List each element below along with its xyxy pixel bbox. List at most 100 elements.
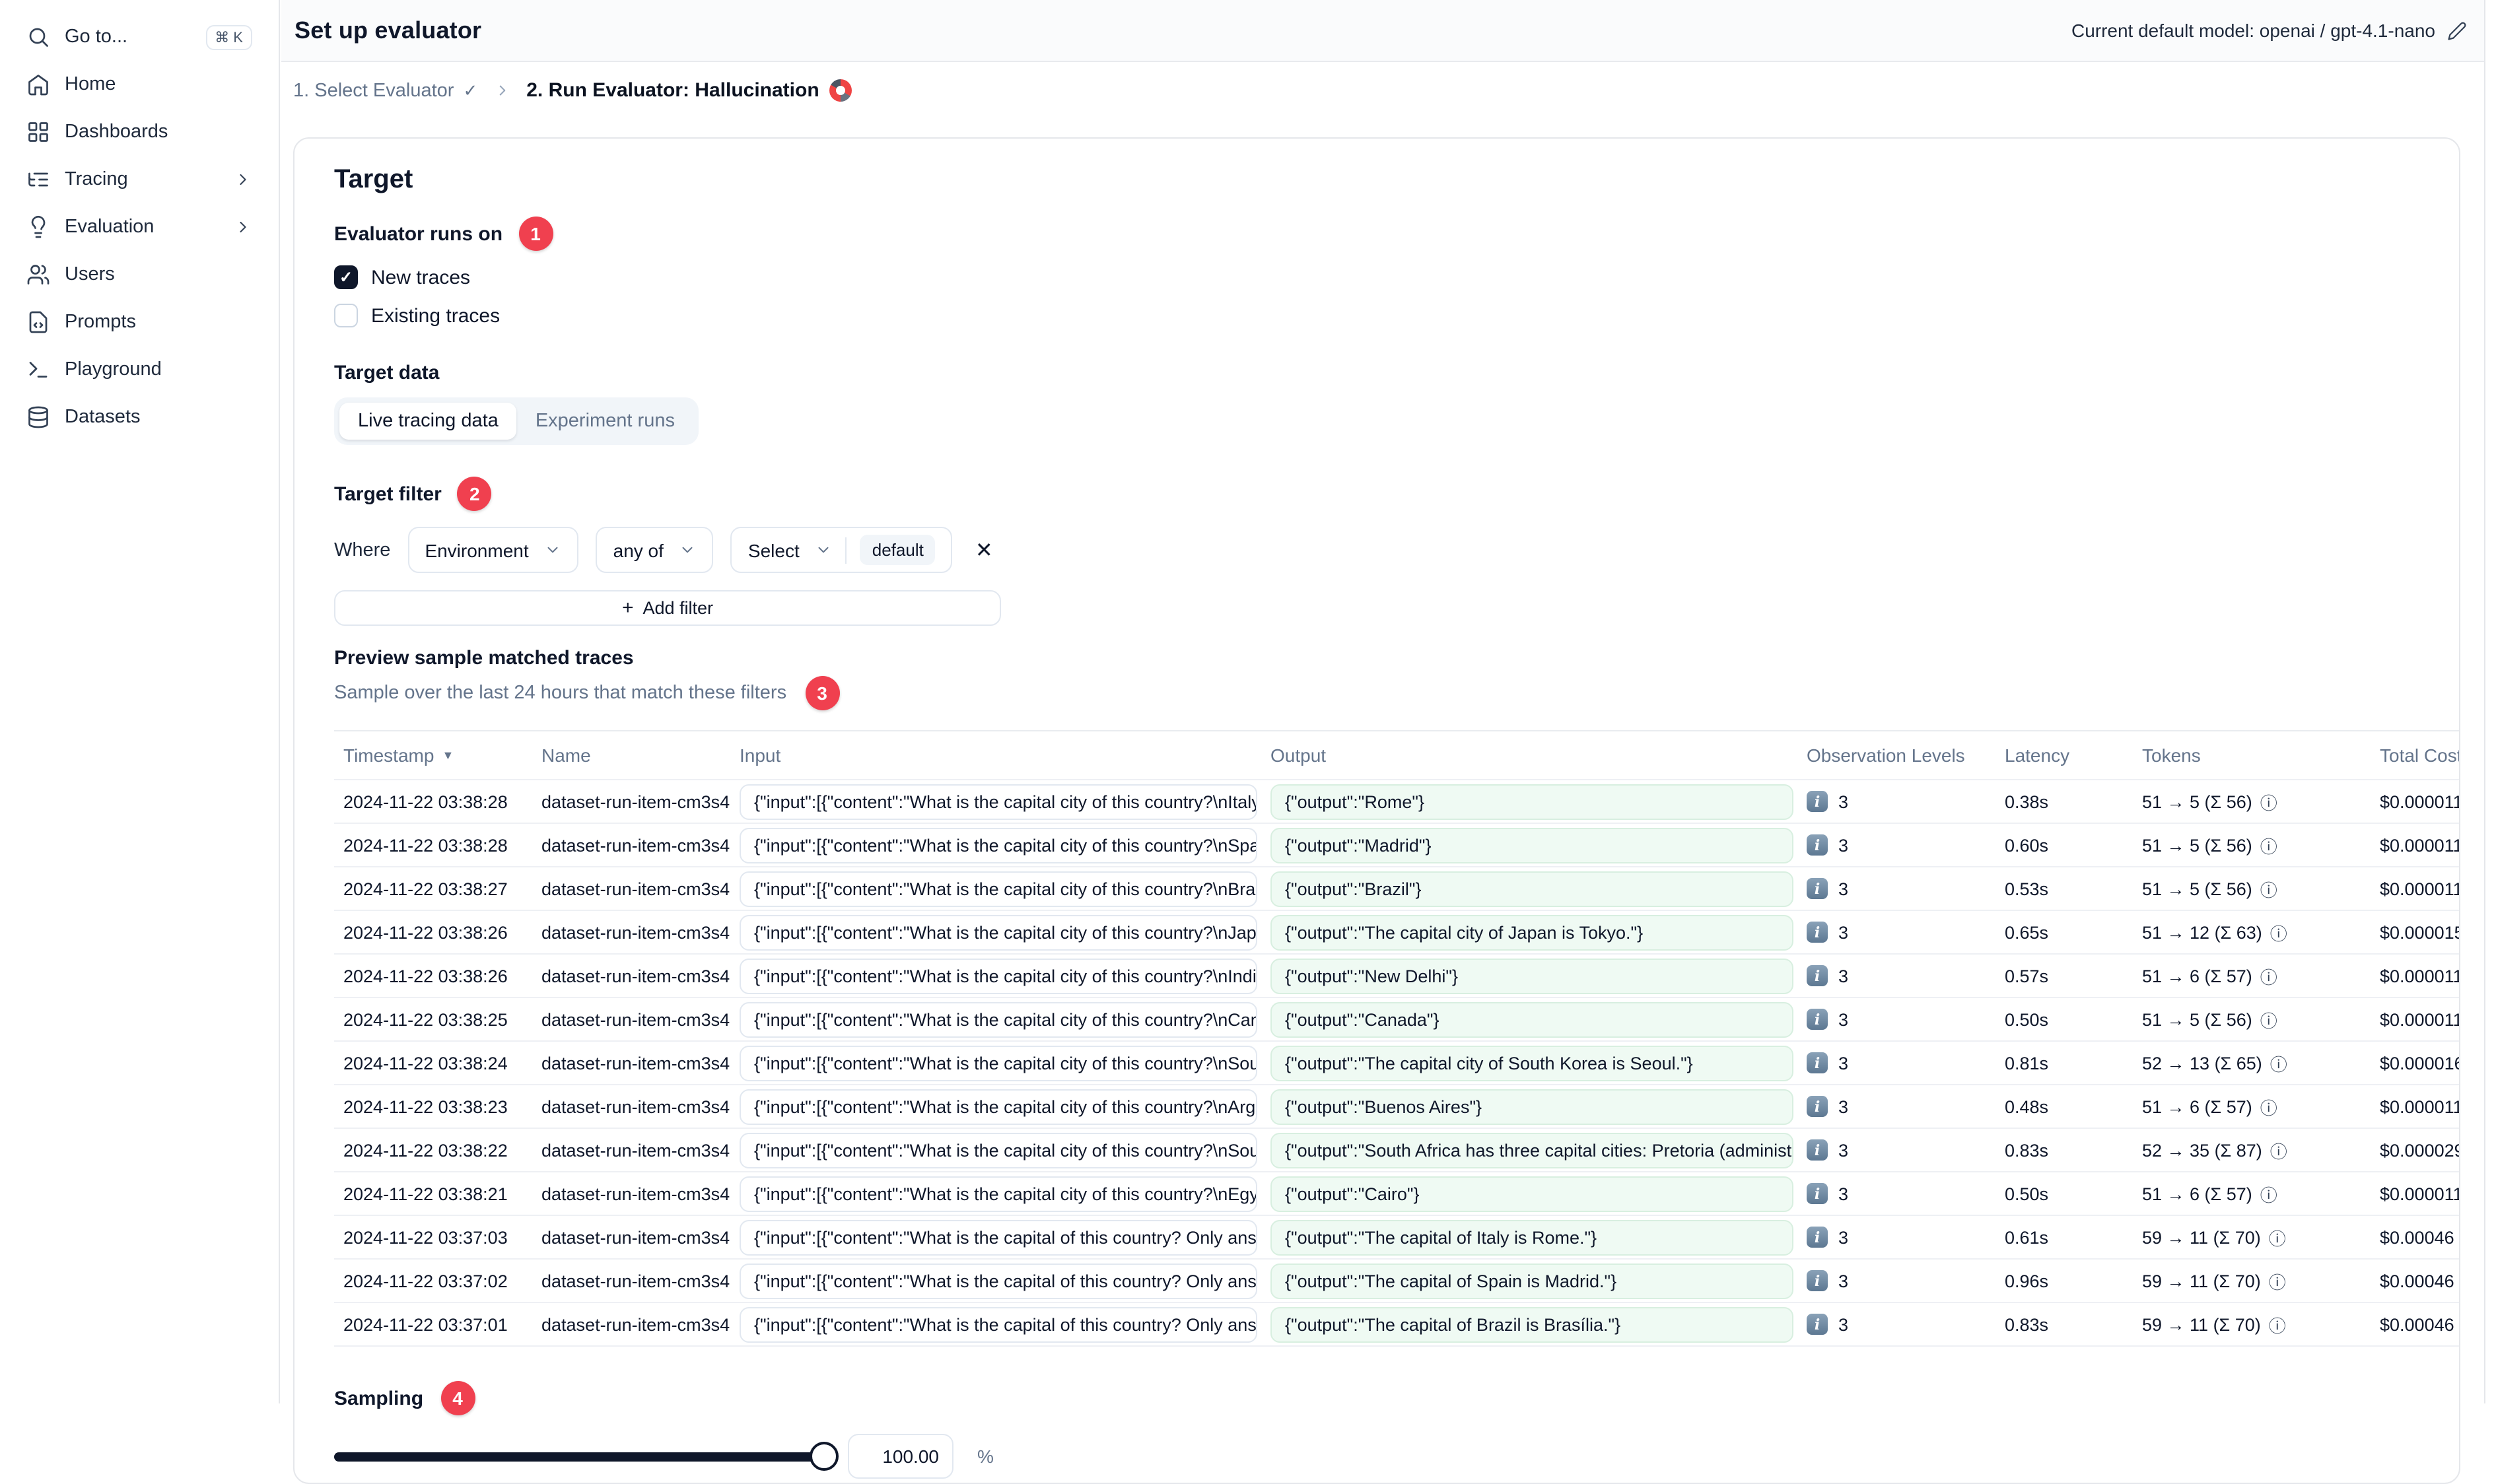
- checkbox-existing-traces[interactable]: ✓ Existing traces: [334, 304, 500, 327]
- observation-count: 3: [1838, 879, 1849, 898]
- observation-count: 3: [1838, 1227, 1849, 1247]
- sidebar-item-evaluation[interactable]: Evaluation: [13, 203, 265, 251]
- window-scrollbar[interactable]: [2484, 0, 2496, 1403]
- cell-output[interactable]: {"output":"The capital city of Japan is …: [1270, 914, 1793, 950]
- table-row[interactable]: 2024-11-22 03:38:27 dataset-run-item-cm3…: [334, 867, 2459, 911]
- cell-name: dataset-run-item-cm3s4: [541, 966, 730, 986]
- observation-count: 3: [1838, 1009, 1849, 1029]
- cell-output[interactable]: {"output":"Madrid"}: [1270, 827, 1793, 863]
- token-counts: 51 → 5 (Σ 56): [2142, 792, 2252, 811]
- sidebar-item-playground[interactable]: Playground: [13, 346, 265, 393]
- tab-experiment-runs[interactable]: Experiment runs: [517, 403, 693, 440]
- table-row[interactable]: 2024-11-22 03:38:28 dataset-run-item-cm3…: [334, 824, 2459, 867]
- sidebar-item-label: Evaluation: [65, 217, 155, 238]
- remove-filter-button[interactable]: ✕: [970, 534, 998, 566]
- cell-input[interactable]: {"input":[{"content":"What is the capita…: [740, 1219, 1257, 1255]
- tab-live-tracing-data[interactable]: Live tracing data: [339, 403, 517, 440]
- percent-sign: %: [977, 1446, 994, 1467]
- cell-input[interactable]: {"input":[{"content":"What is the capita…: [740, 1045, 1257, 1081]
- cell-name: dataset-run-item-cm3s4: [541, 792, 730, 811]
- cell-output[interactable]: {"output":"Buenos Aires"}: [1270, 1089, 1793, 1124]
- column-header-name: Name: [541, 745, 591, 766]
- sidebar-item-dashboards[interactable]: Dashboards: [13, 108, 265, 156]
- cell-input[interactable]: {"input":[{"content":"What is the capita…: [740, 1306, 1257, 1342]
- step-select-evaluator[interactable]: 1. Select Evaluator ✓: [293, 80, 477, 101]
- goto-search[interactable]: Go to... ⌘ K: [13, 13, 265, 61]
- add-filter-button[interactable]: + Add filter: [334, 590, 1001, 626]
- sidebar-item-home[interactable]: Home: [13, 61, 265, 108]
- users-icon: [26, 263, 50, 287]
- cell-input[interactable]: {"input":[{"content":"What is the capita…: [740, 1001, 1257, 1037]
- filter-value-select[interactable]: Select default: [730, 527, 953, 573]
- cell-output[interactable]: {"output":"Rome"}: [1270, 784, 1793, 819]
- table-row[interactable]: 2024-11-22 03:37:02 dataset-run-item-cm3…: [334, 1260, 2459, 1303]
- cell-output[interactable]: {"output":"The capital city of South Kor…: [1270, 1045, 1793, 1081]
- cell-name: dataset-run-item-cm3s4: [541, 1184, 730, 1203]
- slider-thumb[interactable]: [810, 1442, 839, 1471]
- runs-on-label: Evaluator runs on: [334, 222, 503, 245]
- cell-output[interactable]: {"output":"Brazil"}: [1270, 871, 1793, 906]
- cell-latency: 0.50s: [2005, 1184, 2049, 1203]
- cell-name: dataset-run-item-cm3s4: [541, 1009, 730, 1029]
- table-row[interactable]: 2024-11-22 03:38:21 dataset-run-item-cm3…: [334, 1172, 2459, 1216]
- cell-input[interactable]: {"input":[{"content":"What is the capita…: [740, 1176, 1257, 1211]
- chevron-right-icon: [234, 218, 252, 236]
- sidebar-item-prompts[interactable]: Prompts: [13, 298, 265, 346]
- cell-observation-levels: i 3: [1807, 1052, 2005, 1073]
- cell-observation-levels: i 3: [1807, 1270, 2005, 1291]
- sampling-slider[interactable]: [334, 1442, 839, 1471]
- token-counts: 51 → 5 (Σ 56): [2142, 879, 2252, 898]
- cell-input[interactable]: {"input":[{"content":"What is the capita…: [740, 914, 1257, 950]
- info-badge-icon: i: [1807, 791, 1828, 812]
- cell-input[interactable]: {"input":[{"content":"What is the capita…: [740, 784, 1257, 819]
- table-row[interactable]: 2024-11-22 03:38:26 dataset-run-item-cm3…: [334, 911, 2459, 955]
- cell-input[interactable]: {"input":[{"content":"What is the capita…: [740, 871, 1257, 906]
- checkbox-new-traces[interactable]: ✓ New traces: [334, 265, 470, 289]
- sampling-percentage-input[interactable]: [848, 1434, 953, 1479]
- sidebar-item-datasets[interactable]: Datasets: [13, 393, 265, 441]
- app-window: Go to... ⌘ K Home Dashboards Tracing Eva…: [0, 0, 2496, 1484]
- cell-input[interactable]: {"input":[{"content":"What is the capita…: [740, 958, 1257, 994]
- add-filter-label: Add filter: [642, 598, 714, 618]
- filter-operator-select[interactable]: any of: [596, 527, 714, 573]
- table-row[interactable]: 2024-11-22 03:38:28 dataset-run-item-cm3…: [334, 780, 2460, 824]
- cell-output[interactable]: {"output":"Canada"}: [1270, 1001, 1793, 1037]
- check-icon: ✓: [463, 80, 478, 100]
- sidebar-item-label: Home: [65, 74, 116, 95]
- table-row[interactable]: 2024-11-22 03:37:03 dataset-run-item-cm3…: [334, 1216, 2459, 1260]
- cell-output[interactable]: {"output":"The capital of Italy is Rome.…: [1270, 1219, 1793, 1255]
- table-row[interactable]: 2024-11-22 03:38:25 dataset-run-item-cm3…: [334, 998, 2459, 1042]
- table-row[interactable]: 2024-11-22 03:37:01 dataset-run-item-cm3…: [334, 1303, 2459, 1347]
- filter-column-select[interactable]: Environment: [407, 527, 579, 573]
- cell-input[interactable]: {"input":[{"content":"What is the capita…: [740, 1263, 1257, 1298]
- chevron-right-icon: [234, 170, 252, 189]
- sidebar-item-label: Prompts: [65, 312, 136, 333]
- column-header-timestamp[interactable]: Timestamp ▼: [343, 745, 541, 766]
- observation-count: 3: [1838, 1053, 1849, 1073]
- cell-input[interactable]: {"input":[{"content":"What is the capita…: [740, 1089, 1257, 1124]
- cell-input[interactable]: {"input":[{"content":"What is the capita…: [740, 1132, 1257, 1168]
- info-badge-icon: i: [1807, 1052, 1828, 1073]
- table-row[interactable]: 2024-11-22 03:38:26 dataset-run-item-cm3…: [334, 955, 2459, 998]
- cell-input[interactable]: {"input":[{"content":"What is the capita…: [740, 827, 1257, 863]
- table-row[interactable]: 2024-11-22 03:38:23 dataset-run-item-cm3…: [334, 1085, 2459, 1129]
- table-row[interactable]: 2024-11-22 03:38:24 dataset-run-item-cm3…: [334, 1042, 2459, 1085]
- cell-name: dataset-run-item-cm3s4: [541, 1053, 730, 1073]
- step-label: 2. Run Evaluator: Hallucination: [526, 79, 819, 102]
- cell-total-cost: $0.000011 (: [2380, 792, 2460, 811]
- table-row[interactable]: 2024-11-22 03:38:22 dataset-run-item-cm3…: [334, 1129, 2459, 1172]
- sidebar-item-users[interactable]: Users: [13, 251, 265, 298]
- target-data-tabs: Live tracing data Experiment runs: [334, 397, 699, 445]
- cell-output[interactable]: {"output":"New Delhi"}: [1270, 958, 1793, 994]
- cell-name: dataset-run-item-cm3s4: [541, 1314, 730, 1334]
- cell-output[interactable]: {"output":"The capital of Brazil is Bras…: [1270, 1306, 1793, 1342]
- edit-model-button[interactable]: [2447, 20, 2467, 40]
- cell-output[interactable]: {"output":"The capital of Spain is Madri…: [1270, 1263, 1793, 1298]
- column-header-tokens: Tokens: [2142, 745, 2201, 766]
- cell-output[interactable]: {"output":"South Africa has three capita…: [1270, 1132, 1793, 1168]
- sidebar-item-tracing[interactable]: Tracing: [13, 156, 265, 203]
- observation-count: 3: [1838, 792, 1849, 811]
- sidebar-item-label: Datasets: [65, 407, 141, 428]
- cell-output[interactable]: {"output":"Cairo"}: [1270, 1176, 1793, 1211]
- filter-column-value: Environment: [425, 539, 529, 560]
